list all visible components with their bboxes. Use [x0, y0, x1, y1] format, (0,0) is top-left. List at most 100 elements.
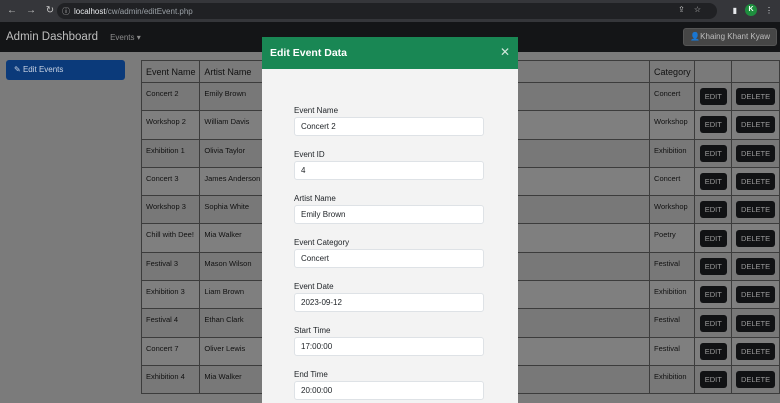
column-header: [694, 60, 733, 83]
field-label: Event Date: [294, 282, 334, 291]
user-button[interactable]: 👤Khaing Khant Kyaw: [683, 28, 777, 46]
event-category-input[interactable]: Concert: [294, 249, 484, 268]
action-cell: EDIT: [694, 336, 733, 366]
action-cell: DELETE: [731, 280, 780, 310]
delete-button[interactable]: DELETE: [735, 257, 776, 275]
action-cell: DELETE: [731, 364, 780, 395]
events-dropdown-label: Events: [110, 32, 135, 42]
delete-button[interactable]: DELETE: [735, 286, 776, 304]
edit-icon: ✎: [14, 65, 21, 74]
bookmark-star-icon[interactable]: ☆: [694, 5, 710, 14]
artist-name-field: Artist Name Emily Brown: [294, 192, 518, 236]
event-name-cell: Concert 3: [140, 166, 201, 197]
field-label: Start Time: [294, 326, 331, 335]
kebab-menu-icon[interactable]: ⋮: [765, 6, 773, 15]
url-host: localhost: [74, 6, 106, 16]
delete-button[interactable]: DELETE: [735, 371, 776, 389]
url-path: /cw/admin/editEvent.php: [105, 6, 193, 16]
event-id-input[interactable]: 4: [294, 161, 484, 180]
field-label: End Time: [294, 370, 328, 379]
event-name-cell: Workshop 3: [140, 195, 201, 225]
profile-avatar[interactable]: K: [745, 4, 757, 16]
action-cell: DELETE: [731, 195, 780, 225]
event-date-input[interactable]: 2023-09-12: [294, 293, 484, 312]
edit-button[interactable]: EDIT: [699, 144, 727, 162]
user-name: Khaing Khant Kyaw: [700, 32, 770, 41]
edit-button[interactable]: EDIT: [699, 229, 727, 247]
delete-button[interactable]: DELETE: [735, 342, 776, 360]
category-cell: Workshop: [649, 195, 696, 225]
browser-right-controls: ▮ K ⋮: [733, 4, 773, 16]
edit-button[interactable]: EDIT: [699, 201, 727, 219]
modal-header: Edit Event Data ✕: [262, 37, 518, 69]
site-info-icon[interactable]: ⓘ: [62, 6, 70, 17]
edit-event-modal: Edit Event Data ✕ Event Name Concert 2 E…: [262, 37, 518, 403]
category-cell: Festival: [649, 308, 696, 338]
edit-button[interactable]: EDIT: [699, 342, 727, 360]
delete-button[interactable]: DELETE: [735, 173, 776, 191]
column-header: Category: [649, 60, 696, 83]
column-header: Event Name: [140, 60, 201, 83]
artist-name-input[interactable]: Emily Brown: [294, 205, 484, 224]
brand-title[interactable]: Admin Dashboard: [6, 31, 98, 43]
action-cell: EDIT: [694, 110, 733, 140]
edit-button[interactable]: EDIT: [699, 314, 727, 332]
category-cell: Exhibition: [649, 138, 696, 168]
field-label: Artist Name: [294, 194, 336, 203]
event-name-cell: Chill with Dee!: [140, 223, 201, 253]
event-name-cell: Festival 4: [140, 308, 201, 338]
forward-arrow-icon[interactable]: →: [24, 4, 38, 18]
edit-button[interactable]: EDIT: [699, 116, 727, 134]
action-cell: DELETE: [731, 308, 780, 338]
address-bar[interactable]: ⓘ localhost /cw/admin/editEvent.php: [57, 3, 717, 19]
edit-button[interactable]: EDIT: [699, 286, 727, 304]
event-name-cell: Concert 2: [140, 81, 201, 112]
action-cell: DELETE: [731, 138, 780, 168]
browser-toolbar: ← → ↻ ⓘ localhost /cw/admin/editEvent.ph…: [0, 0, 780, 22]
action-cell: DELETE: [731, 166, 780, 197]
edit-button[interactable]: EDIT: [699, 88, 727, 106]
events-dropdown[interactable]: Events ▾: [110, 33, 141, 42]
column-header: [731, 60, 780, 83]
field-label: Event Name: [294, 106, 339, 115]
event-category-field: Event Category Concert: [294, 236, 518, 280]
action-cell: DELETE: [731, 110, 780, 140]
delete-button[interactable]: DELETE: [735, 116, 776, 134]
action-cell: EDIT: [694, 251, 733, 282]
category-cell: Exhibition: [649, 364, 696, 395]
action-cell: DELETE: [731, 336, 780, 366]
delete-button[interactable]: DELETE: [735, 314, 776, 332]
side-panel-icon[interactable]: ▮: [733, 6, 737, 15]
action-cell: DELETE: [731, 251, 780, 282]
category-cell: Concert: [649, 81, 696, 112]
event-name-cell: Festival 3: [140, 251, 201, 282]
event-name-input[interactable]: Concert 2: [294, 117, 484, 136]
sidebar-item-edit-events[interactable]: ✎ Edit Events: [6, 60, 125, 80]
delete-button[interactable]: DELETE: [735, 201, 776, 219]
delete-button[interactable]: DELETE: [735, 88, 776, 106]
edit-event-form: Event Name Concert 2 Event ID 4 Artist N…: [262, 69, 518, 403]
share-icon[interactable]: ⇪: [678, 5, 694, 14]
reload-icon[interactable]: ↻: [43, 4, 57, 18]
category-cell: Festival: [649, 251, 696, 282]
action-cell: EDIT: [694, 280, 733, 310]
start-time-input[interactable]: 17:00:00: [294, 337, 484, 356]
action-cell: EDIT: [694, 138, 733, 168]
end-time-input[interactable]: 20:00:00: [294, 381, 484, 400]
edit-button[interactable]: EDIT: [699, 257, 727, 275]
omnibox-actions: ⇪☆: [678, 5, 710, 14]
event-name-cell: Concert 7: [140, 336, 201, 366]
event-date-field: Event Date 2023-09-12: [294, 280, 518, 324]
category-cell: Poetry: [649, 223, 696, 253]
event-name-cell: Workshop 2: [140, 110, 201, 140]
close-icon[interactable]: ✕: [500, 45, 510, 59]
delete-button[interactable]: DELETE: [735, 144, 776, 162]
delete-button[interactable]: DELETE: [735, 229, 776, 247]
action-cell: DELETE: [731, 223, 780, 253]
back-arrow-icon[interactable]: ←: [5, 4, 19, 18]
edit-button[interactable]: EDIT: [699, 371, 727, 389]
edit-button[interactable]: EDIT: [699, 173, 727, 191]
sidebar-item-label: Edit Events: [22, 65, 64, 74]
action-cell: DELETE: [731, 81, 780, 112]
event-id-field: Event ID 4: [294, 148, 518, 192]
